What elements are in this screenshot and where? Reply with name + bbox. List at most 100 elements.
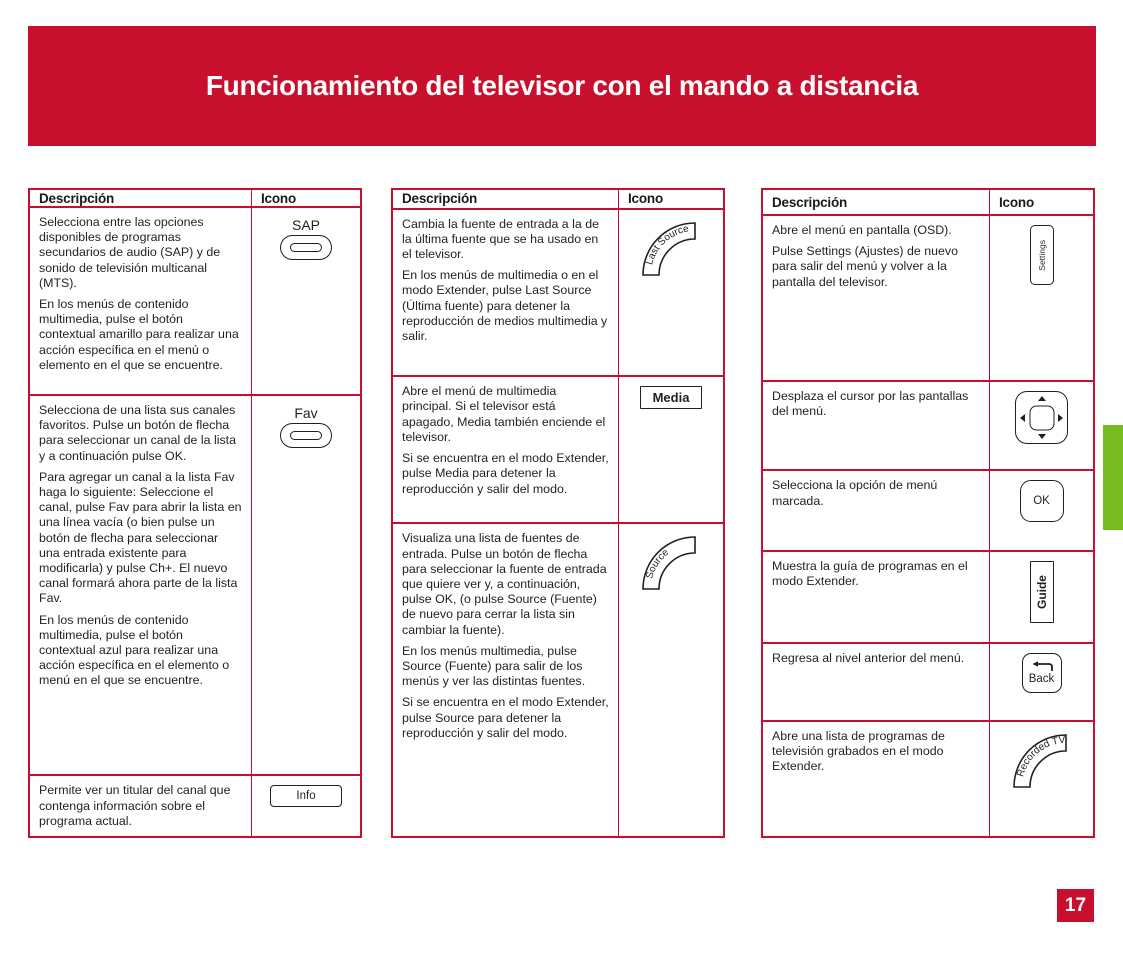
cell-icon: Media [619, 377, 723, 522]
cell-icon: Recorded TV [990, 722, 1093, 836]
header-label: Descripción [402, 191, 478, 207]
key-label: OK [1019, 480, 1064, 523]
cell-icon: Source [619, 524, 723, 836]
header-label: Icono [999, 194, 1034, 210]
description-paragraph: Visualiza una lista de fuentes de entrad… [402, 531, 607, 637]
description-paragraph: Abre el menú de multimedia principal. Si… [402, 384, 606, 444]
header-label: Descripción [772, 194, 848, 210]
cell-description: Muestra la guía de programas en el modo … [763, 551, 990, 642]
table-row: Cambia la fuente de entrada a la de la ú… [393, 209, 723, 378]
cell-icon: Back [990, 644, 1093, 720]
cell-icon: Fav [252, 396, 360, 774]
description-paragraph: Regresa al nivel anterior del menú. [772, 650, 965, 665]
cell-description: Selecciona la opción de menú marcada. [763, 471, 990, 550]
table-row: Selecciona la opción de menú marcada. OK [763, 471, 1093, 552]
key-label: Fav [294, 404, 318, 421]
key-label: Last Source [644, 223, 690, 266]
description-paragraph: En los menús de multimedia o en el modo … [402, 268, 608, 344]
column-header-icon: Icono [990, 190, 1093, 214]
pill-button-shape [280, 422, 332, 448]
description-paragraph: Si se encuentra en el modo Extender, pul… [402, 451, 609, 496]
key-label: Settings [1036, 239, 1047, 271]
table-row: Muestra la guía de programas en el modo … [763, 551, 1093, 644]
description-paragraph: Para agregar un canal a la lista Fav hag… [39, 469, 242, 606]
pill-button-inner [290, 243, 322, 253]
header-label: Icono [628, 191, 663, 207]
page-number-badge: 17 [1057, 889, 1094, 922]
description-paragraph: Permite ver un titular del canal que con… [39, 783, 231, 828]
cell-icon: Info [252, 776, 360, 836]
cell-icon [990, 382, 1093, 469]
table-row: Visualiza una lista de fuentes de entrad… [393, 524, 723, 836]
column-header-description: Descripción [30, 190, 252, 207]
key-label: Info [270, 785, 342, 808]
remote-key-info-icon: Info [258, 783, 354, 808]
column-header-description: Descripción [763, 190, 990, 214]
arrow-right-icon [1058, 413, 1063, 422]
header-label: Descripción [39, 190, 115, 206]
table-row: Selecciona entre las opciones disponible… [30, 208, 360, 396]
remote-key-table-2: Descripción Icono Cambia la fuente de entr… [391, 188, 725, 838]
dpad-center [1029, 405, 1054, 431]
table-row: Abre el menú en pantalla (OSD). Pulse Set… [763, 216, 1093, 383]
cell-description: Selecciona de una lista sus canales favo… [30, 395, 252, 775]
key-label: SAP [291, 217, 320, 234]
table-row: Regresa al nivel anterior del menú. Back [763, 643, 1093, 722]
pill-button-shape [280, 235, 332, 261]
description-paragraph: Cambia la fuente de entrada a la de la ú… [402, 216, 600, 261]
description-paragraph: En los menús multimedia, pulse Source (F… [402, 643, 586, 689]
cell-icon: SAP [252, 208, 360, 394]
description-paragraph: Muestra la guía de programas en el modo … [772, 558, 968, 588]
table-row: Permite ver un titular del canal que con… [30, 776, 360, 836]
table-header-row: Descripción Icono [393, 190, 723, 210]
remote-key-media-icon: Media [625, 384, 717, 410]
cell-description: Permite ver un titular del canal que con… [30, 776, 252, 836]
description-paragraph: Selecciona de una lista sus canales favo… [39, 402, 236, 463]
description-paragraph: Abre el menú en pantalla (OSD). [772, 223, 952, 237]
cell-icon: Guide [990, 552, 1093, 642]
description-paragraph: Selecciona entre las opciones disponible… [39, 215, 221, 290]
remote-key-table-1: Descripción Icono Selecciona entre las opc… [28, 188, 362, 838]
cell-description: Regresa al nivel anterior del menú. [763, 643, 990, 720]
vertical-key-shape: Guide [1029, 560, 1054, 623]
table-row: Abre una lista de programas de televisió… [763, 721, 1093, 837]
remote-key-dpad-icon [996, 389, 1087, 445]
remote-key-sap-icon: SAP [258, 215, 354, 261]
remote-key-settings-icon: Settings [996, 223, 1087, 285]
cell-description: Desplaza el cursor por las pantallas del… [763, 382, 990, 470]
column-header-icon: Icono [252, 190, 360, 206]
cell-icon: OK [990, 471, 1093, 549]
arrow-left-icon [1020, 413, 1025, 422]
column-header-description: Descripción [393, 190, 619, 208]
vertical-key-shape: Settings [1029, 225, 1054, 285]
table-header-row: Descripción Icono [763, 190, 1093, 216]
description-paragraph: Pulse Settings (Ajustes) de nuevo para s… [772, 244, 958, 289]
table-header-row: Descripción Icono [30, 190, 360, 209]
key-label: Guide [1034, 574, 1049, 609]
description-paragraph: Desplaza el cursor por las pantallas del… [772, 389, 969, 419]
page-title: Funcionamiento del televisor con el mand… [205, 70, 919, 101]
column-header-icon: Icono [619, 190, 723, 208]
remote-key-last-source-icon: Last Source [625, 217, 717, 281]
remote-key-source-icon: Source [625, 531, 717, 595]
cell-icon: Settings [990, 216, 1093, 380]
arc-key-shape: Recorded TV [1012, 734, 1067, 788]
description-paragraph: Selecciona la opción de menú marcada. [772, 478, 938, 508]
remote-key-guide-icon: Guide [996, 559, 1087, 623]
pill-button-inner [290, 430, 322, 440]
remote-key-back-icon: Back [996, 651, 1087, 693]
cell-description: Cambia la fuente de entrada a la de la ú… [393, 209, 619, 376]
remote-key-recorded-tv-icon: Recorded TV [996, 729, 1087, 793]
header-label: Icono [261, 190, 296, 206]
description-paragraph: En los menús de contenido multimedia, pu… [39, 297, 239, 372]
arc-key-shape: Last Source [642, 221, 696, 276]
arc-key-shape: Source [642, 536, 696, 591]
cell-description: Selecciona entre las opciones disponible… [30, 208, 252, 394]
back-arrow-icon [1032, 660, 1053, 671]
key-label: Back [1028, 672, 1055, 685]
cell-description: Abre una lista de programas de televisió… [763, 721, 990, 837]
remote-key-ok-icon: OK [996, 478, 1087, 523]
back-key-shape: Back [1021, 652, 1062, 693]
remote-key-fav-icon: Fav [258, 403, 354, 448]
dpad-shape [1015, 391, 1068, 445]
